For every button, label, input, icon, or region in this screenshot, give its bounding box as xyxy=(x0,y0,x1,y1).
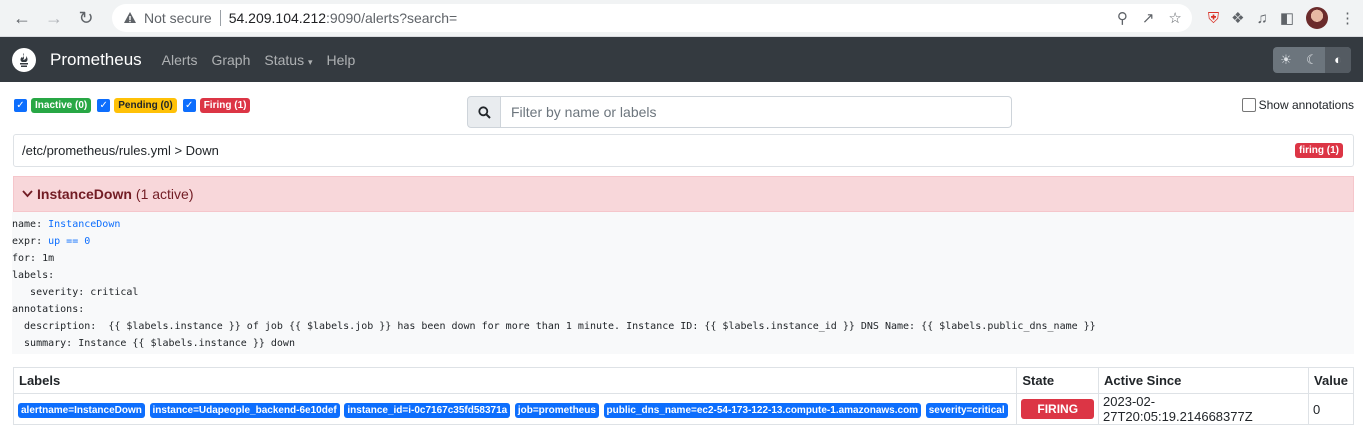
label-badge: severity=critical xyxy=(925,402,1008,418)
rule-labels-line: labels: xyxy=(12,270,55,281)
menu-kebab-icon[interactable]: ⋮ xyxy=(1340,9,1355,27)
value-cell: 0 xyxy=(1308,393,1354,425)
nav-help[interactable]: Help xyxy=(327,52,356,68)
show-annotations-toggle[interactable]: Show annotations xyxy=(1241,98,1354,112)
url-path: :9090/alerts?search= xyxy=(326,10,458,26)
zoom-icon[interactable]: ⚲ xyxy=(1117,9,1128,27)
address-divider xyxy=(219,10,221,26)
nav-alerts[interactable]: Alerts xyxy=(162,52,198,68)
shield-extension-icon[interactable]: ⛨ xyxy=(1208,10,1219,27)
rule-expr-line: expr: up == 0 xyxy=(12,233,1354,250)
firing-badge[interactable]: Firing (1) xyxy=(199,98,251,113)
rule-expr-key: expr: xyxy=(12,236,49,247)
pending-checkbox[interactable]: ✓ xyxy=(97,99,111,112)
back-icon[interactable]: ← xyxy=(8,4,36,32)
forward-icon[interactable]: → xyxy=(40,4,68,32)
rule-description-line: description: {{ $labels.instance }} of j… xyxy=(12,321,1096,332)
nav-graph[interactable]: Graph xyxy=(211,52,250,68)
inactive-checkbox[interactable]: ✓ xyxy=(14,99,27,112)
rule-file-path: /etc/prometheus/rules.yml > Down xyxy=(22,143,219,158)
rule-summary-line: summary: Instance {{ $labels.instance }}… xyxy=(12,338,295,349)
media-queue-icon[interactable]: ♫ xyxy=(1257,10,1268,27)
reload-icon[interactable]: ↻ xyxy=(72,4,100,32)
label-badge: instance_id=i-0c7167c35fd58371a xyxy=(344,402,511,418)
security-status[interactable]: Not secure xyxy=(144,10,212,26)
rule-name-line: name: InstanceDown xyxy=(12,216,1354,233)
browser-toolbar: ← → ↻ Not secure 54.209.104.212:9090/ale… xyxy=(0,0,1363,37)
url-host: 54.209.104.212 xyxy=(228,10,327,26)
show-annotations-label[interactable]: Show annotations xyxy=(1259,98,1354,112)
firing-checkbox[interactable]: ✓ xyxy=(182,99,196,112)
alert-name: InstanceDown xyxy=(37,186,132,202)
alerts-table: Labels State Active Since Value alertnam… xyxy=(12,367,1354,425)
rule-annotations-line: annotations: xyxy=(12,304,85,315)
label-badge: public_dns_name=ec2-54-173-122-13.comput… xyxy=(603,402,922,418)
label-badge: instance=Udapeople_backend-6e10def xyxy=(149,402,340,418)
state-cell: FIRING xyxy=(1016,393,1100,425)
rule-file-firing-badge: firing (1) xyxy=(1295,143,1343,158)
labels-cell: alertname=InstanceDown instance=Udapeopl… xyxy=(12,393,1018,425)
dark-theme-moon-icon[interactable]: ☾ xyxy=(1299,47,1325,73)
search-input[interactable] xyxy=(501,96,1012,128)
side-panel-icon[interactable]: ◧ xyxy=(1280,9,1294,27)
state-badge: FIRING xyxy=(1021,399,1095,419)
state-filters: ✓ Inactive (0) ✓ Pending (0) ✓ Firing (1… xyxy=(14,98,252,113)
light-theme-sun-icon[interactable]: ☀ xyxy=(1273,47,1299,73)
header-labels: Labels xyxy=(12,367,1018,394)
header-state: State xyxy=(1016,367,1100,394)
rule-definition: name: InstanceDown expr: up == 0 for: 1m la… xyxy=(12,212,1354,354)
header-active-since: Active Since xyxy=(1098,367,1310,394)
filter-row: ✓ Inactive (0) ✓ Pending (0) ✓ Firing (1… xyxy=(0,82,1363,134)
header-value: Value xyxy=(1308,367,1354,394)
active-since-cell: 2023-02-27T20:05:19.214668377Z xyxy=(1098,393,1310,425)
inactive-badge[interactable]: Inactive (0) xyxy=(31,98,92,113)
pending-badge[interactable]: Pending (0) xyxy=(114,98,177,113)
rule-expr-link[interactable]: up == 0 xyxy=(48,236,90,247)
show-annotations-checkbox[interactable] xyxy=(1241,98,1256,112)
label-badge: alertname=InstanceDown xyxy=(18,402,145,418)
extensions-puzzle-icon[interactable]: ❖ xyxy=(1231,9,1244,27)
search-icon[interactable] xyxy=(467,96,501,128)
rule-file-header: /etc/prometheus/rules.yml > Down firing … xyxy=(13,134,1354,167)
table-header-row: Labels State Active Since Value xyxy=(12,367,1354,394)
search-group xyxy=(467,96,1012,128)
nav-status[interactable]: Status ▾ xyxy=(264,52,312,68)
rule-name-key: name: xyxy=(12,219,49,230)
browser-theme-contrast-icon[interactable]: ◐ xyxy=(1325,46,1351,73)
label-badge: job=prometheus xyxy=(514,402,599,418)
chevron-down-icon[interactable] xyxy=(22,187,33,201)
bookmark-star-icon[interactable]: ☆ xyxy=(1168,9,1181,27)
rule-name-link[interactable]: InstanceDown xyxy=(48,219,120,230)
table-row: alertname=InstanceDown instance=Udapeopl… xyxy=(12,393,1354,425)
address-bar[interactable]: Not secure 54.209.104.212:9090/alerts?se… xyxy=(112,4,1192,32)
rule-severity-line: severity: critical xyxy=(12,287,139,298)
warning-icon[interactable] xyxy=(122,10,138,26)
theme-switcher: ☀ ☾ ◐ xyxy=(1273,46,1351,73)
app-navbar: Prometheus Alerts Graph Status ▾ Help ☀ … xyxy=(0,37,1363,82)
alert-group-header[interactable]: InstanceDown (1 active) xyxy=(13,176,1354,212)
caret-down-icon: ▾ xyxy=(307,56,313,67)
brand-title[interactable]: Prometheus xyxy=(50,50,142,70)
share-icon[interactable]: ↗ xyxy=(1142,9,1155,27)
rule-for-line: for: 1m xyxy=(12,253,55,264)
alert-active-count: (1 active) xyxy=(135,186,194,202)
nav-status-label: Status xyxy=(264,51,305,68)
profile-avatar[interactable] xyxy=(1306,7,1328,29)
prometheus-logo-icon[interactable] xyxy=(12,47,36,72)
